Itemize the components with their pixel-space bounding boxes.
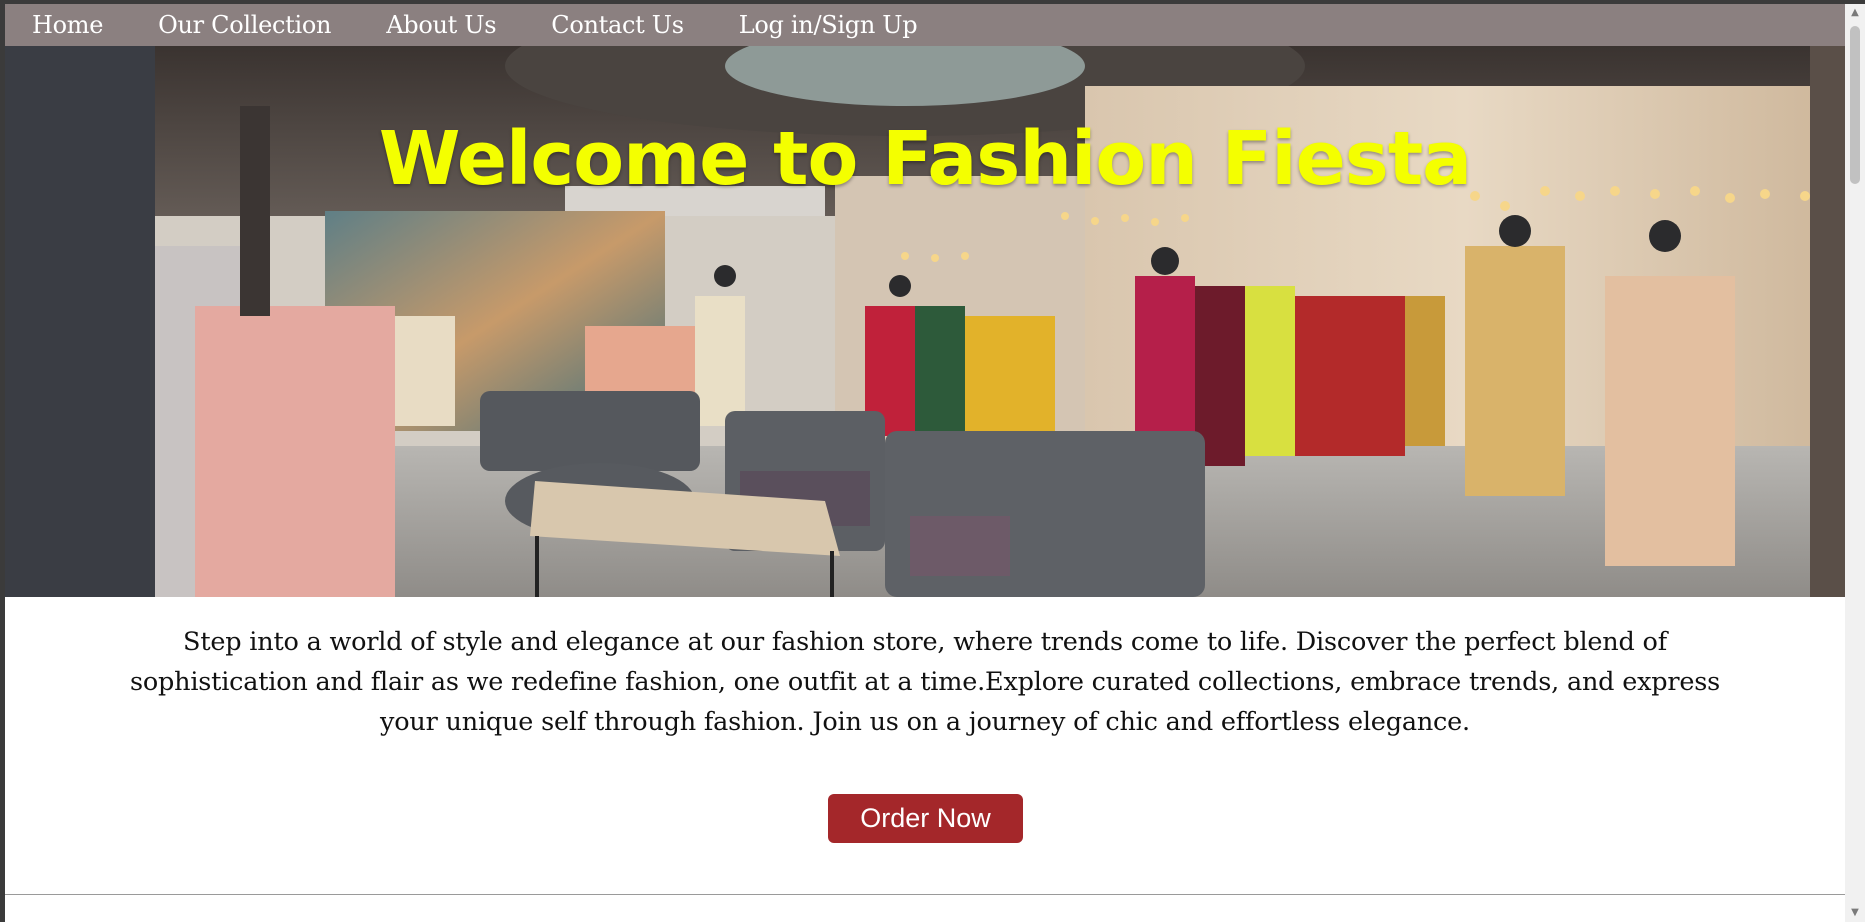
nav-home[interactable]: Home xyxy=(32,11,103,39)
vertical-scrollbar[interactable]: ▲ ▼ xyxy=(1845,4,1865,922)
nav-about-us[interactable]: About Us xyxy=(386,11,496,39)
page: Home Our Collection About Us Contact Us … xyxy=(0,0,1865,922)
nav-contact-us[interactable]: Contact Us xyxy=(551,11,684,39)
scroll-thumb[interactable] xyxy=(1850,26,1860,184)
hero-banner: Welcome to Fashion Fiesta xyxy=(5,46,1845,597)
scroll-up-arrow-icon[interactable]: ▲ xyxy=(1845,4,1865,22)
nav-login-signup[interactable]: Log in/Sign Up xyxy=(739,11,918,39)
section-divider xyxy=(5,894,1845,895)
intro-paragraph: Step into a world of style and elegance … xyxy=(129,627,1721,737)
hero-title: Welcome to Fashion Fiesta xyxy=(378,116,1472,202)
order-now-button[interactable]: Order Now xyxy=(828,794,1023,843)
nav-our-collection[interactable]: Our Collection xyxy=(158,11,331,39)
scroll-down-arrow-icon[interactable]: ▼ xyxy=(1845,904,1865,922)
top-navbar: Home Our Collection About Us Contact Us … xyxy=(5,4,1845,46)
